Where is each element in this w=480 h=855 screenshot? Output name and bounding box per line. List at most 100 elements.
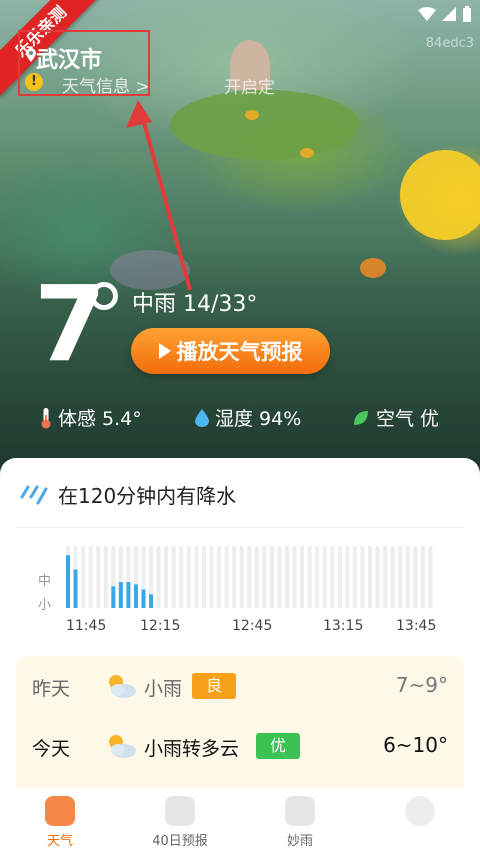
day-label: 昨天 <box>32 678 71 700</box>
rain-bar-track <box>368 546 373 608</box>
y-label-moderate: 中 <box>38 574 52 589</box>
rain-bar-track <box>300 546 305 608</box>
rain-bar-track <box>390 546 395 608</box>
rain-bar-track <box>277 546 282 608</box>
rain-bar <box>149 594 154 608</box>
rain-alert-text: 在120分钟内有降水 <box>58 484 237 508</box>
day-range: 7~9° <box>395 673 448 697</box>
rain-bar-track <box>405 546 410 608</box>
tab-more[interactable] <box>375 796 465 830</box>
rain-bar-track <box>217 546 222 608</box>
daily-row-yesterday[interactable]: 昨天 小雨 良 7~9° <box>16 656 464 716</box>
rain-bar-track <box>247 546 252 608</box>
x-tick-label: 11:45 <box>66 618 107 634</box>
rain-bar <box>118 581 123 608</box>
rain-bar-track <box>254 546 259 608</box>
rain-bar <box>111 586 116 608</box>
rain-bar-track <box>209 546 214 608</box>
rain-bar-track <box>201 546 206 608</box>
x-tick-label: 13:15 <box>323 618 364 634</box>
day-range: 6~10° <box>383 733 448 757</box>
rain-bar-track <box>179 546 184 608</box>
play-forecast-label: 播放天气预报 <box>176 340 303 364</box>
precipitation-chart <box>66 546 433 608</box>
play-forecast-button[interactable]: 播放天气预报 <box>131 328 330 374</box>
rain-bar <box>126 581 131 608</box>
rain-bar-track <box>375 546 380 608</box>
humidity: 湿度 94% <box>195 404 301 431</box>
rain-bar-track <box>330 546 335 608</box>
rain-bar-track <box>88 546 93 608</box>
degree-symbol <box>90 282 118 310</box>
x-tick-label: 12:45 <box>232 618 273 634</box>
rain-bar-track <box>269 546 274 608</box>
rain-bar-track <box>413 546 418 608</box>
rain-bar <box>141 589 146 608</box>
rain-bar-track <box>398 546 403 608</box>
tab-weather[interactable]: 天气 <box>15 796 105 849</box>
air-quality-text: 空气 优 <box>376 408 440 430</box>
partly-cloudy-icon <box>109 735 136 758</box>
rain-bar-track <box>337 546 342 608</box>
rain-bar <box>66 555 70 608</box>
rain-bar-track <box>194 546 199 608</box>
rain-cloud-icon <box>285 796 315 826</box>
thermometer-icon <box>41 407 51 428</box>
air-quality[interactable]: 空气 优 <box>352 404 439 431</box>
x-tick-label: 13:45 <box>396 618 437 634</box>
rain-bar-track <box>239 546 244 608</box>
partly-cloudy-icon <box>109 675 136 698</box>
water-drop-icon <box>195 408 209 427</box>
day-condition: 小雨 <box>144 678 183 700</box>
tab-label: 天气 <box>46 834 73 849</box>
divider <box>16 527 464 528</box>
feels-like: 体感 5.4° <box>40 404 142 431</box>
tab-label: 妙雨 <box>286 834 313 849</box>
day-condition: 小雨转多云 <box>144 738 240 760</box>
circle-icon <box>405 796 435 826</box>
rain-bar-track <box>420 546 425 608</box>
rain-icon <box>20 485 48 504</box>
rain-bar-track <box>164 546 169 608</box>
temperature-range: 14/33° <box>183 292 258 317</box>
rain-bar-track <box>156 546 161 608</box>
rain-bar-track <box>383 546 388 608</box>
rain-bar-track <box>292 546 297 608</box>
rain-bar-track <box>428 546 433 608</box>
x-tick-label: 12:15 <box>140 618 181 634</box>
y-label-light: 小 <box>38 598 52 613</box>
tab-label: 40日预报 <box>152 834 208 849</box>
rain-bar-track <box>81 546 86 608</box>
rain-bar-track <box>352 546 357 608</box>
rain-bar-track <box>284 546 289 608</box>
rain-bar <box>133 584 138 608</box>
rain-bar-track <box>96 546 101 608</box>
rain-bar-track <box>345 546 350 608</box>
day-label: 今天 <box>32 738 71 760</box>
bottom-tab-bar: 天气 40日预报 妙雨 <box>0 788 480 855</box>
rain-bar-track <box>232 546 237 608</box>
rain-bar-track <box>186 546 191 608</box>
aqi-badge: 优 <box>256 733 301 759</box>
rain-bar-track <box>307 546 312 608</box>
rain-bar-track <box>315 546 320 608</box>
daily-forecast-list: 昨天 小雨 良 7~9° 今天 小雨转多云 优 6~10° <box>16 656 464 796</box>
rain-bar-track <box>322 546 327 608</box>
rain-bar-track <box>262 546 267 608</box>
play-icon <box>158 343 171 359</box>
aqi-badge: 良 <box>192 673 237 699</box>
rain-bar <box>73 569 78 608</box>
rain-bar-track <box>224 546 229 608</box>
leaf-icon <box>354 410 368 425</box>
rain-alert-header[interactable]: 在120分钟内有降水 <box>20 480 236 509</box>
sun-icon <box>45 796 75 826</box>
rain-bar-track <box>360 546 365 608</box>
condition-text: 中雨 <box>132 292 177 317</box>
daily-row-today[interactable]: 今天 小雨转多云 优 6~10° <box>16 716 464 776</box>
tab-rain[interactable]: 妙雨 <box>255 796 345 849</box>
tab-40-day[interactable]: 40日预报 <box>135 796 225 849</box>
calendar-icon <box>165 796 195 826</box>
current-condition: 中雨 14/33° <box>132 286 257 318</box>
feels-like-text: 体感 5.4° <box>58 408 142 430</box>
rain-bar-track <box>171 546 176 608</box>
